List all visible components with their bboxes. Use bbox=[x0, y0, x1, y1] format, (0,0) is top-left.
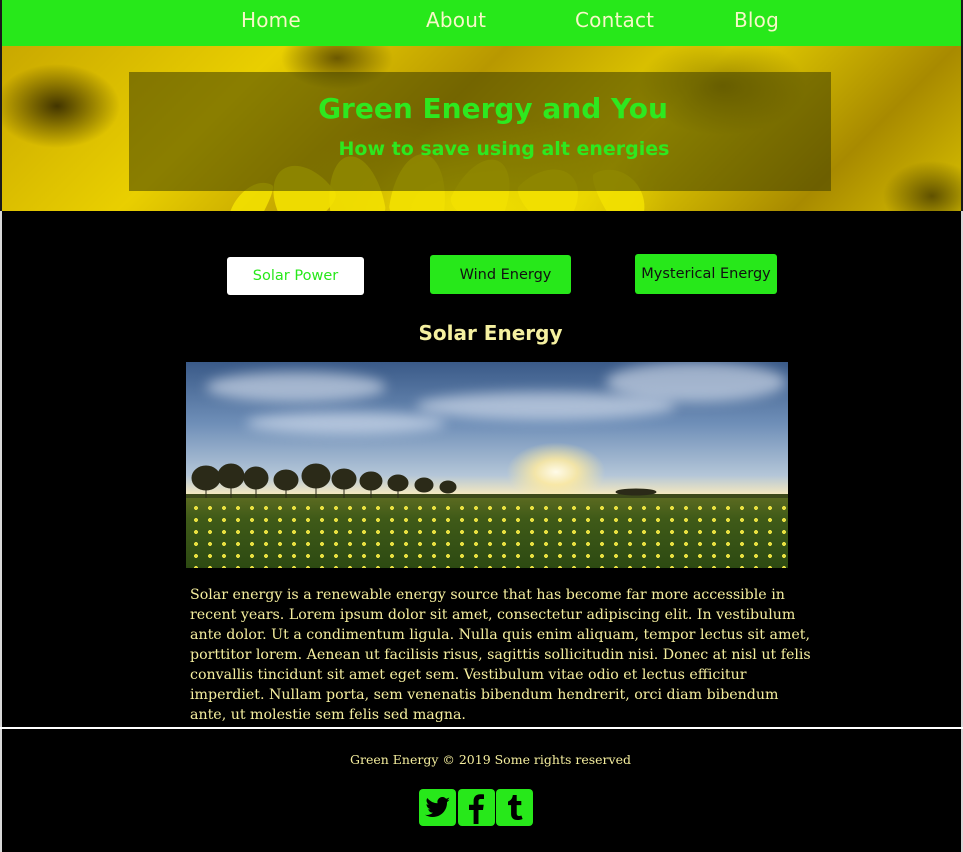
nav-about-link[interactable]: About bbox=[426, 8, 486, 32]
tab-solar-power[interactable]: Solar Power bbox=[227, 257, 364, 295]
hero-title: Green Energy and You bbox=[318, 92, 668, 125]
tab-wind-energy[interactable]: Wind Energy bbox=[430, 255, 571, 294]
section-body-text: Solar energy is a renewable energy sourc… bbox=[190, 587, 811, 723]
hero-banner: Green Energy and You How to save using a… bbox=[0, 46, 963, 211]
nav-home-link[interactable]: Home bbox=[241, 8, 301, 32]
footer-divider bbox=[0, 727, 963, 729]
tab-label: Solar Power bbox=[252, 268, 339, 284]
top-nav: Home About Contact Blog bbox=[0, 0, 963, 46]
footer-copyright: Green Energy © 2019 Some rights reserved bbox=[350, 752, 631, 767]
hero-overlay-box: Green Energy and You How to save using a… bbox=[129, 72, 831, 191]
facebook-link[interactable] bbox=[458, 789, 495, 826]
cloud bbox=[246, 412, 446, 434]
nav-blog-link[interactable]: Blog bbox=[734, 8, 779, 32]
landscape-photo bbox=[186, 362, 788, 568]
tumblr-link[interactable] bbox=[496, 789, 533, 826]
cloud bbox=[206, 372, 386, 402]
facebook-icon bbox=[469, 794, 484, 824]
tab-label: Wind Energy bbox=[459, 266, 552, 283]
tab-label: Mysterical Energy bbox=[641, 266, 771, 282]
flower-field bbox=[186, 498, 788, 568]
nav-contact-link[interactable]: Contact bbox=[575, 8, 654, 32]
twitter-link[interactable] bbox=[419, 789, 456, 826]
cloud bbox=[606, 362, 786, 402]
section-title: Solar Energy bbox=[418, 321, 563, 345]
hero-subtitle: How to save using alt energies bbox=[338, 138, 670, 160]
twitter-icon bbox=[425, 796, 450, 818]
tab-mysterical-energy[interactable]: Mysterical Energy bbox=[635, 254, 777, 294]
tree-line bbox=[186, 463, 788, 502]
tumblr-icon bbox=[508, 795, 523, 820]
